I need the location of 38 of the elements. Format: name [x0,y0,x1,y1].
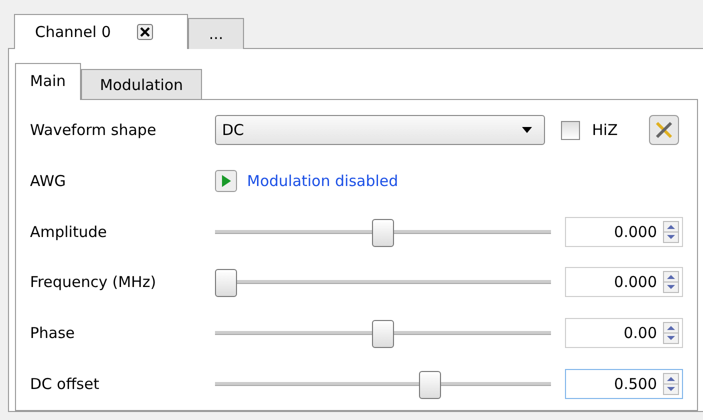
number-spinbox[interactable]: 0.000 [564,216,683,247]
play-icon [221,174,231,187]
checkbox[interactable] [561,120,580,140]
slider-handle[interactable] [418,370,441,399]
field-label: AWG [30,172,67,190]
spin-arrows-icon[interactable] [663,322,679,344]
field-label: Waveform shape [30,121,158,139]
spin-arrows-icon[interactable] [663,271,679,294]
field-label: Amplitude [30,222,108,241]
tools-button[interactable] [649,115,679,145]
waveform-dropdown[interactable]: DC [215,115,545,145]
field-label: Phase [30,324,76,342]
slider-handle[interactable] [372,218,394,247]
slider[interactable] [215,318,551,348]
number-spinbox[interactable]: 0.500 [564,368,683,399]
close-icon[interactable] [136,24,153,40]
tab[interactable]: Modulation [80,69,202,100]
slider[interactable] [215,267,551,298]
tab-label: Channel 0 [35,23,111,41]
field-label: Frequency (MHz) [30,273,158,292]
checkbox-label: HiZ [592,121,618,139]
slider[interactable] [215,368,551,399]
slider-handle[interactable] [372,320,394,348]
number-spinbox[interactable]: 0.00 [564,318,683,348]
channel-tab[interactable]: Channel 0 [14,14,188,49]
number-spinbox[interactable]: 0.000 [564,267,683,298]
play-button[interactable] [215,170,237,192]
spin-arrows-icon[interactable] [663,220,679,243]
field-label: DC offset [30,374,100,393]
tab[interactable]: Main [15,63,81,100]
tools-icon [654,120,674,140]
modulation-status-link[interactable]: Modulation disabled [247,172,398,190]
caret-icon [522,127,532,133]
channel-tab[interactable]: ... [188,18,244,49]
slider-handle[interactable] [215,269,237,298]
spin-arrows-icon[interactable] [663,372,679,395]
tab-label: ... [208,25,224,43]
slider[interactable] [215,216,551,247]
